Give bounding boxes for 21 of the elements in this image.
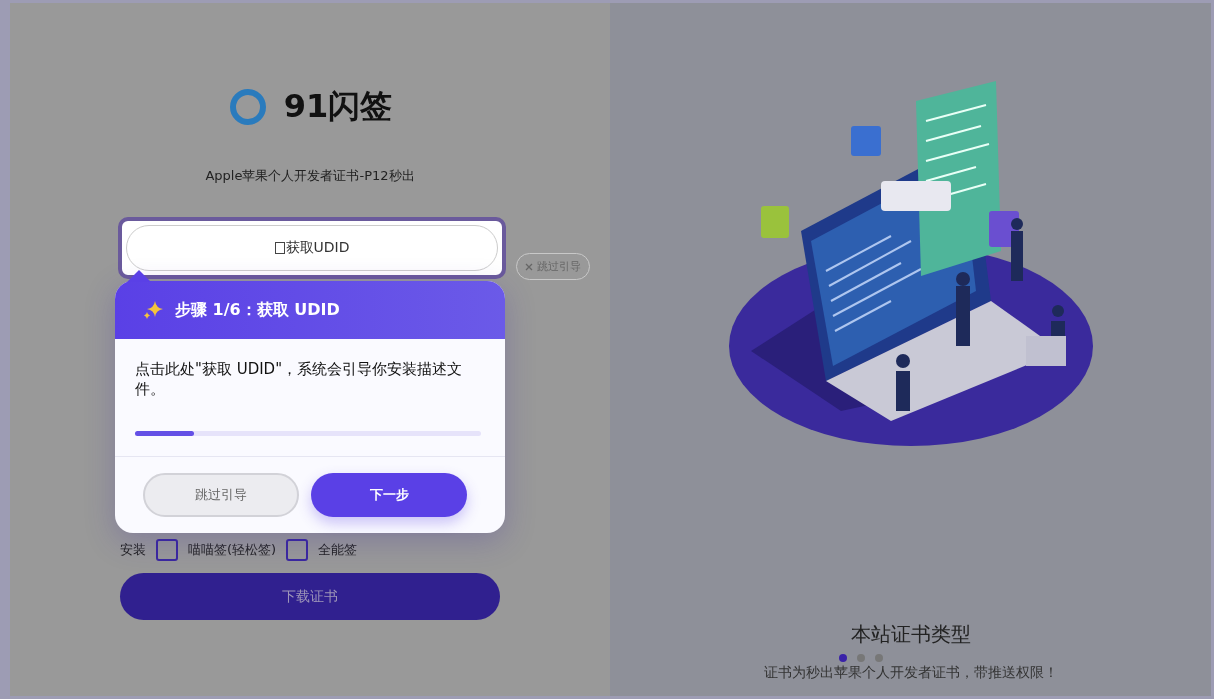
checkbox[interactable] xyxy=(156,539,178,561)
checkbox-label: 喵喵签(轻松签) xyxy=(188,541,277,559)
install-label: 安装 xyxy=(120,541,146,559)
carousel-dot[interactable] xyxy=(874,654,883,662)
popup-pointer-icon xyxy=(127,270,151,282)
subtitle: Apple苹果个人开发者证书-P12秒出 xyxy=(205,167,415,185)
section-title: 本站证书类型 xyxy=(850,621,971,648)
ring-logo-icon xyxy=(227,87,268,127)
checkbox-label: 全能签 xyxy=(318,541,358,559)
step-title: 步骤 1/6：获取 UDID xyxy=(175,299,340,321)
get-udid-button[interactable]: 获取UDID xyxy=(126,225,498,271)
carousel-dot[interactable] xyxy=(856,654,865,662)
step-description: 点击此处"获取 UDID"，系统会引导你安装描述文件。 xyxy=(135,359,464,400)
close-icon xyxy=(525,262,533,271)
logo-text: 91闪签 xyxy=(283,86,393,127)
next-step-button[interactable]: 下一步 xyxy=(311,473,467,517)
section-description: 证书为秒出苹果个人开发者证书，带推送权限！ xyxy=(763,664,1058,682)
carousel-dot[interactable] xyxy=(838,654,847,662)
checkbox[interactable] xyxy=(286,539,309,561)
skip-guide-button[interactable]: 跳过引导 xyxy=(143,473,299,517)
download-certificate-button[interactable]: 下载证书 xyxy=(120,573,500,620)
